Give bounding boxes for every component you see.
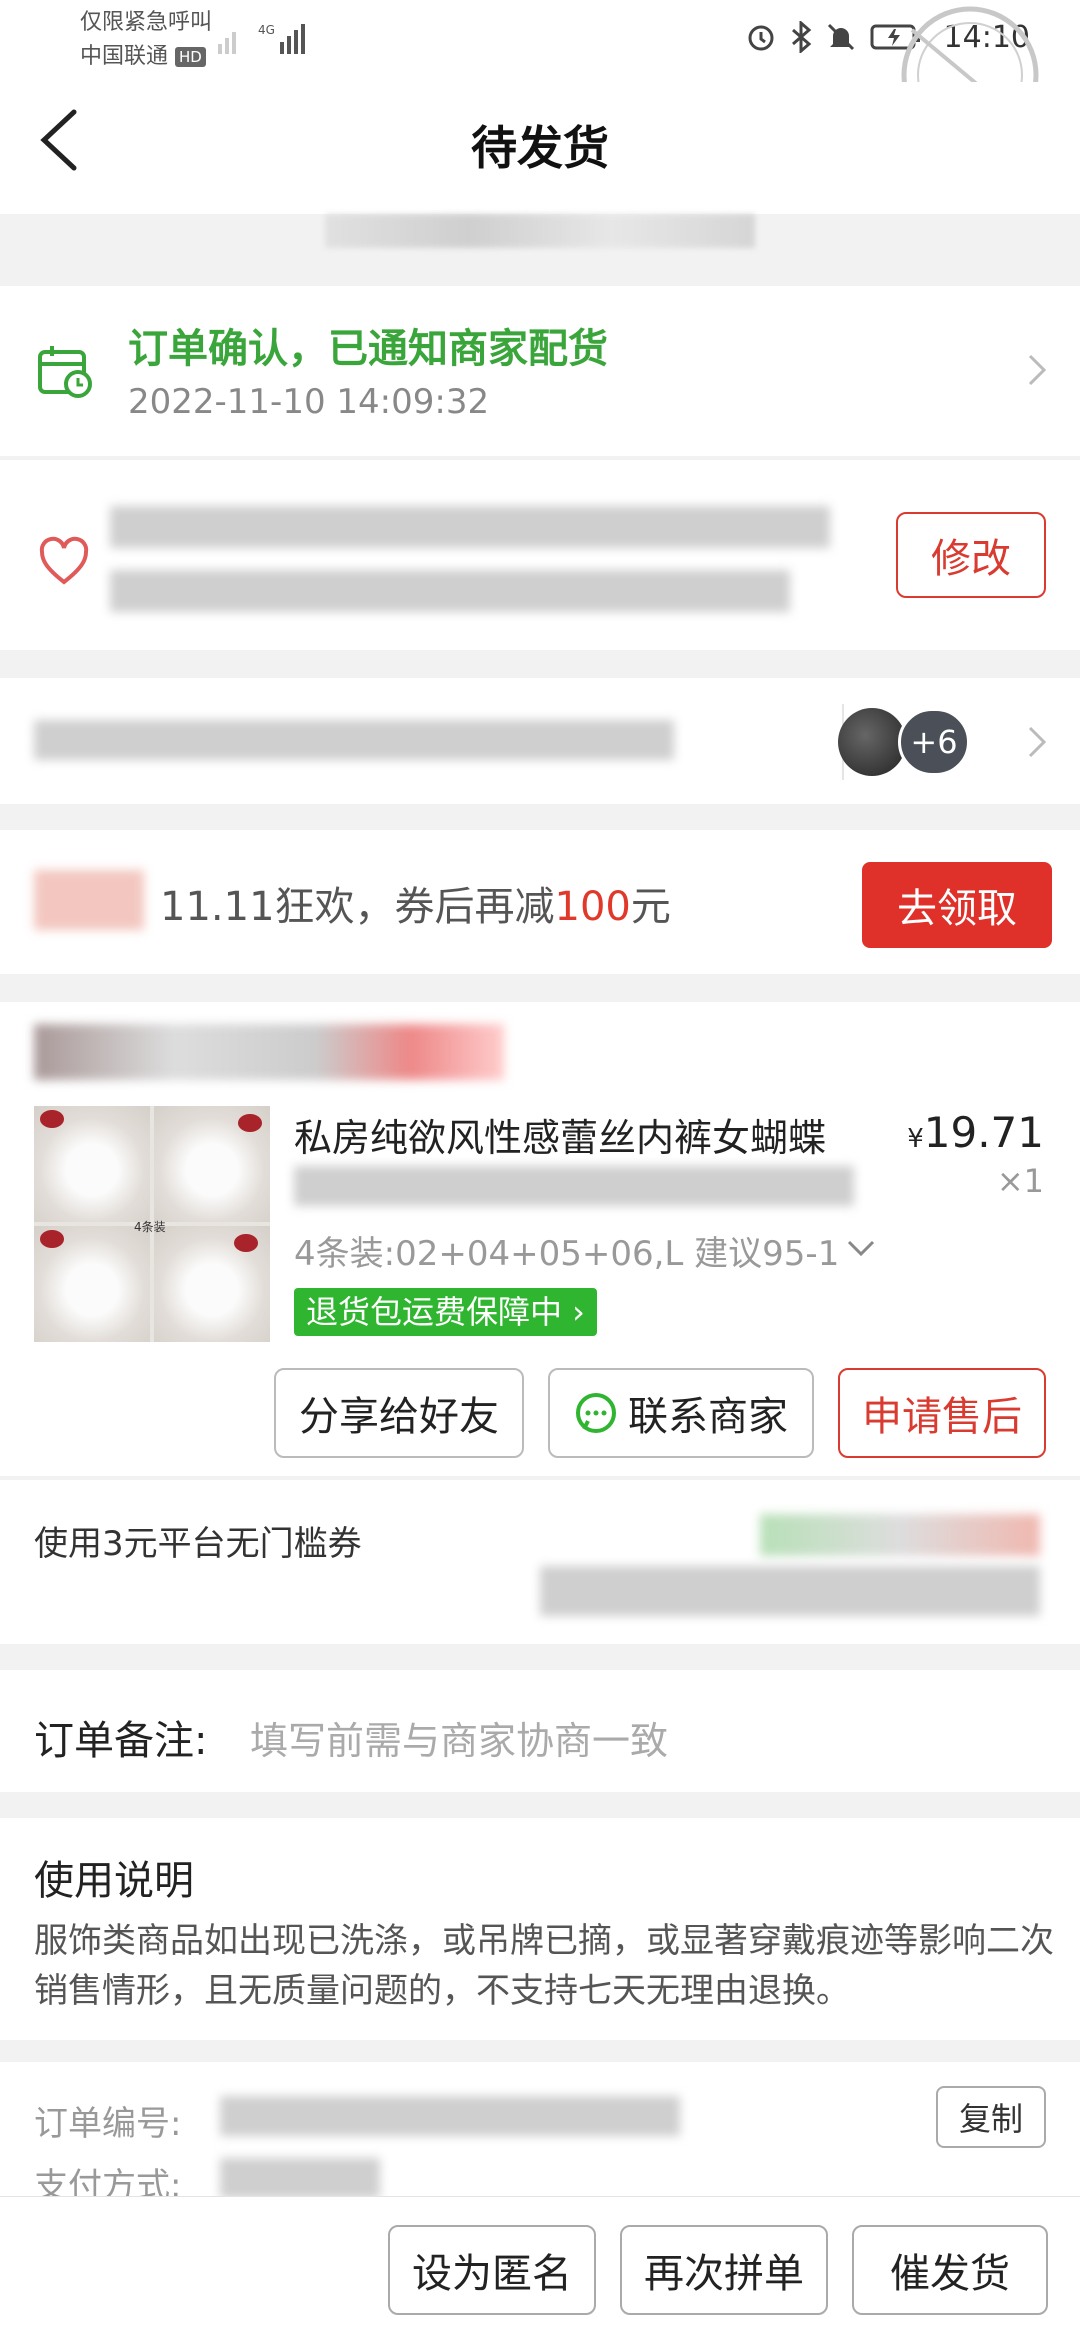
redacted-subtitle: [325, 214, 755, 248]
usage-body: 服饰类商品如出现已洗涤，或吊牌已摘，或显著穿戴痕迹等影响二次销售情形，且无质量问…: [34, 1921, 1054, 2011]
order-status-text: 订单确认，已通知商家配货: [128, 326, 608, 372]
order-status-card[interactable]: 订单确认，已通知商家配货 2022-11-10 14:09:32: [0, 286, 1080, 456]
price-value: 19.71: [923, 1108, 1044, 1157]
product-spec[interactable]: 4条装:02+04+05+06,L 建议95-1: [294, 1226, 839, 1275]
carrier-line1: 仅限紧急呼叫: [80, 10, 213, 35]
redacted-coupon-value: [760, 1514, 1040, 1556]
product-image[interactable]: 4条装: [34, 1106, 270, 1342]
alarm-icon: [748, 25, 774, 51]
product-card: 4条装 私房纯欲风性感蕾丝内裤女蝴蝶 ¥19.71 ×1 4条装:02+04+0…: [0, 1002, 1080, 1476]
redacted-payment-method: [220, 2158, 380, 2198]
coupon-label: 使用3元平台无门槛券: [34, 1524, 362, 1564]
shipping-guarantee-badge[interactable]: 退货包运费保障中 ›: [294, 1288, 597, 1336]
chevron-right-icon: [1028, 354, 1047, 386]
carrier-line2: 中国联通: [80, 44, 169, 69]
calendar-clock-icon: [38, 346, 92, 398]
product-title[interactable]: 私房纯欲风性感蕾丝内裤女蝴蝶: [294, 1110, 874, 1166]
chevron-down-icon[interactable]: [846, 1238, 876, 1258]
copy-button[interactable]: 复制: [936, 2086, 1046, 2148]
redacted-shop-name: [34, 1024, 504, 1080]
more-members-badge: +6: [898, 708, 970, 776]
address-card[interactable]: 修改: [0, 460, 1080, 650]
remark-input[interactable]: 填写前需与商家协商一致: [250, 1710, 668, 1765]
location-heart-icon: [39, 536, 89, 585]
price-symbol: ¥: [907, 1124, 924, 1154]
group-avatars[interactable]: +6: [838, 708, 998, 776]
redacted-address: [110, 506, 830, 548]
share-button[interactable]: 分享给好友: [274, 1368, 524, 1458]
remark-card: 订单备注: 填写前需与商家协商一致: [0, 1670, 1080, 1792]
page-title: 待发货: [471, 121, 609, 175]
promo-card: 11.11狂欢，券后再减100元 去领取: [0, 830, 1080, 974]
bluetooth-icon: [791, 21, 811, 53]
title-bar: 待发货: [0, 82, 1080, 248]
redacted-address: [110, 570, 790, 612]
redacted-promo-icon: [34, 870, 144, 930]
promo-prefix: 11.11狂欢，券后再减: [160, 884, 555, 930]
contact-merchant-label: 联系商家: [628, 1394, 788, 1440]
chat-bubble-icon: [576, 1393, 616, 1433]
product-image-tag: 4条装: [134, 1220, 166, 1234]
group-card[interactable]: +6: [0, 678, 1080, 804]
redacted-title-line: [294, 1166, 854, 1206]
coupon-card[interactable]: 使用3元平台无门槛券: [0, 1480, 1080, 1644]
redacted-order-number: [220, 2096, 680, 2136]
product-quantity: ×1: [996, 1162, 1044, 1200]
usage-title: 使用说明: [34, 1858, 194, 1904]
usage-card: 使用说明 服饰类商品如出现已洗涤，或吊牌已摘，或显著穿戴痕迹等影响二次销售情形，…: [0, 1818, 1080, 2040]
product-price: ¥19.71: [907, 1108, 1044, 1157]
carrier-info: 仅限紧急呼叫 中国联通 HD: [80, 6, 212, 74]
mute-bell-icon: [827, 23, 854, 51]
bottom-action-bar: 设为匿名 再次拼单 催发货: [0, 2196, 1080, 2340]
order-status-time: 2022-11-10 14:09:32: [128, 382, 490, 422]
urge-shipping-button[interactable]: 催发货: [852, 2225, 1048, 2315]
chevron-right-icon: [1028, 726, 1047, 758]
order-number-label: 订单编号:: [34, 2104, 182, 2144]
signal-icon: 4G: [218, 23, 305, 54]
promo-text: 11.11狂欢，券后再减100元: [160, 874, 671, 932]
redacted-coupon-detail: [540, 1566, 1040, 1616]
set-anonymous-button[interactable]: 设为匿名: [388, 2225, 596, 2315]
remark-label: 订单备注:: [34, 1718, 208, 1764]
claim-coupon-button[interactable]: 去领取: [862, 862, 1052, 948]
promo-amount: 100: [554, 884, 631, 930]
order-info-card: 订单编号: 复制 支付方式:: [0, 2062, 1080, 2212]
avatar: [838, 708, 906, 776]
regroup-button[interactable]: 再次拼单: [620, 2225, 828, 2315]
contact-merchant-button[interactable]: 联系商家: [548, 1368, 814, 1458]
promo-unit: 元: [630, 884, 671, 930]
redacted-group-text: [34, 720, 674, 760]
network-type: 4G: [258, 23, 275, 37]
modify-address-button[interactable]: 修改: [896, 512, 1046, 598]
hd-badge: HD: [175, 47, 206, 67]
after-sale-button[interactable]: 申请售后: [838, 1368, 1046, 1458]
